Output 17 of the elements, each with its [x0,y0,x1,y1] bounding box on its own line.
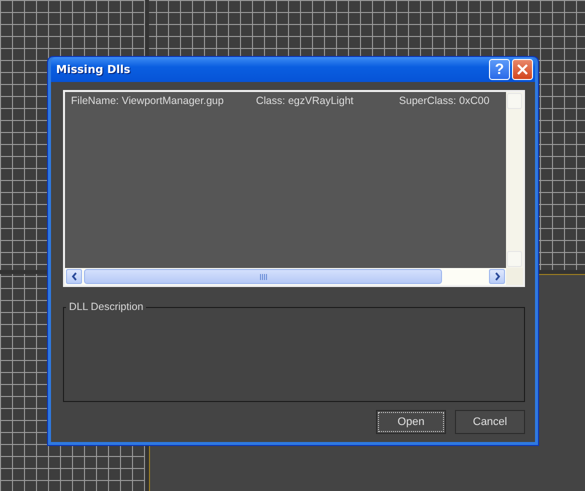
scrollbar-corner [506,268,523,285]
list-cell-text: SuperClass: 0xC00 [399,95,490,107]
scrollbar-thumb[interactable] [84,269,442,284]
vertical-scrollbar[interactable] [506,92,523,268]
horizontal-scrollbar[interactable] [65,268,506,285]
grip-icon [260,274,266,280]
cancel-button[interactable]: Cancel [455,410,525,434]
scroll-up-button[interactable] [507,93,522,109]
list-cell-text: Class: egzVRayLight [256,95,354,107]
list-cell-text: FileName: ViewportManager.gup [71,95,225,107]
group-label: DLL Description [68,301,144,313]
close-icon [517,64,528,75]
scroll-right-button[interactable] [489,269,505,284]
open-button[interactable]: Open [376,410,446,434]
window-title: Missing Dlls [56,63,132,76]
close-button[interactable] [512,59,533,80]
scroll-left-button[interactable] [66,269,82,284]
